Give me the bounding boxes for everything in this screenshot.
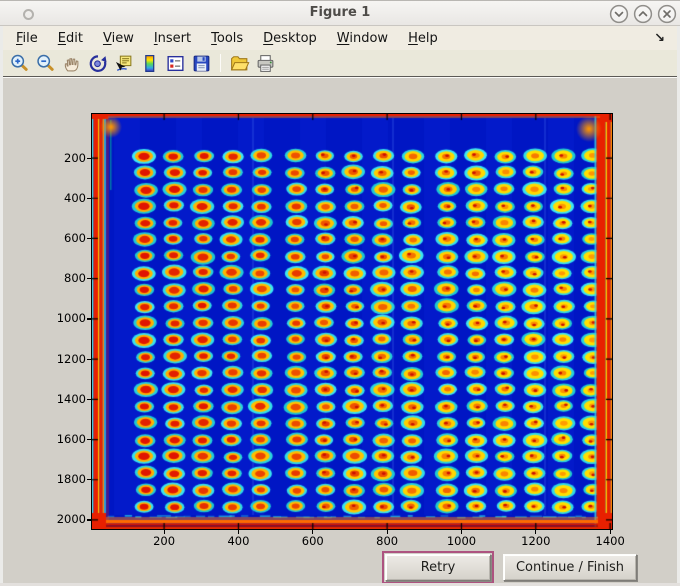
window-resize-edge-left[interactable] [0,26,3,586]
x-axis-tick [312,530,314,534]
x-axis-tick [237,530,240,534]
open-file-icon[interactable] [228,52,251,75]
y-tick-label: 200 [64,150,86,165]
menu-edit[interactable]: Edit [48,28,93,49]
title-bar: Figure 1 [0,0,680,26]
zoom-out-icon[interactable] [34,52,57,75]
x-axis-tick [460,530,463,534]
x-axis-tick [163,530,165,534]
zoom-in-icon[interactable] [8,52,31,75]
x-tick-label: 600 [301,534,324,548]
y-tick-label: 2000 [56,512,86,527]
maximize-button[interactable] [633,4,653,24]
retry-button[interactable]: Retry [385,554,491,581]
menu-view[interactable]: View [93,28,144,49]
x-axis-tick [609,530,611,534]
legend-icon[interactable] [164,52,187,75]
menu-tools[interactable]: Tools [201,28,253,49]
menu-insert[interactable]: Insert [144,28,201,49]
figure-window: Figure 1 File Edit View Insert Tools Desktop W… [0,0,680,586]
colorbar-icon[interactable] [138,52,161,75]
y-axis-tick [87,278,91,280]
x-tick-label: 1200 [521,534,551,548]
menu-desktop[interactable]: Desktop [253,28,327,49]
figure-canvas-area: Retry Continue / Finish 200 400 600 800 1000… [0,77,680,586]
y-tick-label: 1400 [56,391,86,406]
x-tick-label: 1400 [595,534,625,548]
y-tick-label: 600 [64,230,86,245]
rotate-3d-icon[interactable] [86,52,109,75]
y-axis-tick [87,237,91,240]
pan-icon[interactable] [60,52,83,75]
heatmap-image[interactable] [92,114,612,529]
axes [91,113,613,530]
toolbar [3,50,677,77]
menu-help[interactable]: Help [398,28,448,49]
window-title: Figure 1 [309,5,371,20]
y-tick-label: 800 [64,271,86,286]
toolbar-separator [220,54,221,72]
y-axis-tick [87,439,91,441]
x-tick-label: 400 [227,534,250,548]
print-icon[interactable] [254,52,277,75]
x-axis-tick [535,530,537,534]
close-button[interactable] [657,4,677,24]
y-tick-label: 1800 [56,472,86,487]
y-tick-label: 1200 [56,351,86,366]
y-axis-tick [87,318,91,320]
menu-window[interactable]: Window [327,28,398,49]
y-axis-tick [87,197,91,199]
x-tick-label: 1000 [446,534,477,548]
dock-figure-arrow-icon[interactable]: ↘ [654,31,677,46]
menu-file[interactable]: File [6,28,48,49]
continue-finish-button[interactable]: Continue / Finish [503,554,637,581]
x-tick-label: 200 [153,534,176,548]
y-axis-tick [87,157,91,159]
y-axis-tick [87,398,91,400]
x-tick-label: 800 [376,534,399,548]
retry-focus-ring: Retry [382,551,494,584]
window-controls [609,4,677,24]
y-axis-tick [87,519,91,521]
y-axis-tick [87,358,91,360]
y-tick-label: 1000 [56,311,86,326]
save-icon[interactable] [190,52,213,75]
y-tick-label: 1600 [56,432,86,447]
minimize-button[interactable] [609,4,629,24]
y-axis-tick [87,479,91,481]
x-axis-tick [386,530,388,534]
data-cursor-icon[interactable] [112,52,135,75]
y-tick-label: 400 [64,190,86,205]
menu-bar: File Edit View Insert Tools Desktop Window Help… [3,26,677,50]
